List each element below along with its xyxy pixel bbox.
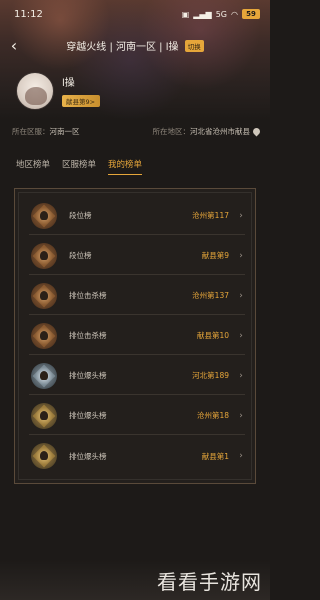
ranking-row[interactable]: 排位爆头榜 沧州第18 › [29, 397, 245, 435]
chevron-right-icon: › [239, 451, 243, 461]
ranking-label: 排位击杀榜 [69, 331, 107, 340]
region-row: 所在区服：河南一区 所在地区：河北省沧州市献县 [12, 126, 262, 137]
ranking-position: 沧州第117 [192, 211, 229, 220]
server-label: 所在区服： [12, 127, 50, 136]
ranking-position: 献县第10 [196, 331, 229, 340]
ranking-position: 献县第1 [201, 451, 229, 461]
profile-info: l操 献县第9> [62, 74, 101, 108]
battery-icon: 59 [242, 9, 260, 19]
ranking-tabs: 地区榜单 区服榜单 我的榜单 [16, 158, 143, 175]
ranking-row[interactable]: 段位榜 沧州第117 › [29, 197, 245, 235]
ranking-row[interactable]: 排位爆头榜 河北第189 › [29, 357, 245, 395]
ranking-position: 献县第9 [201, 251, 229, 260]
ranking-label: 段位榜 [69, 211, 92, 220]
ranking-row[interactable]: 排位爆头榜 献县第1 › [29, 437, 245, 475]
page-title-text: 穿越火线 | 河南一区 | l操 [66, 41, 179, 53]
location-info[interactable]: 所在地区：河北省沧州市献县 [152, 126, 262, 137]
ranking-label: 排位爆头榜 [69, 411, 107, 420]
ranking-label: 排位爆头榜 [69, 371, 107, 380]
location-value: 河北省沧州市献县 [190, 127, 250, 136]
tab-my-ranking[interactable]: 我的榜单 [108, 158, 143, 175]
switch-account-button[interactable]: 切换 [184, 39, 204, 52]
chevron-right-icon: › [239, 410, 243, 421]
tab-regional-ranking[interactable]: 地区榜单 [16, 158, 50, 175]
nav-bar: ‹ 穿越火线 | 河南一区 | l操 切换 [0, 30, 270, 60]
username: l操 [62, 78, 75, 89]
back-button[interactable]: ‹ [0, 30, 28, 60]
site-watermark: 看看手游网 [157, 570, 262, 594]
server-info: 所在区服：河南一区 [12, 126, 80, 137]
ranking-label: 段位榜 [69, 251, 92, 260]
chevron-right-icon: › [239, 290, 243, 301]
ranking-row[interactable]: 排位击杀榜 沧州第137 › [29, 277, 245, 315]
gold-rank-emblem-icon [31, 443, 57, 469]
chevron-right-icon: › [239, 370, 243, 381]
chevron-left-icon: ‹ [10, 35, 18, 55]
status-bar: 11:12 ▣ ▂▄▆ 5G ◠ 59 [0, 0, 270, 28]
status-time: 11:12 [14, 8, 43, 20]
server-value: 河南一区 [49, 127, 80, 136]
chevron-right-icon: › [239, 330, 243, 341]
ranking-row[interactable]: 段位榜 献县第9 › [29, 237, 245, 275]
page-title: 穿越火线 | 河南一区 | l操 切换 [0, 38, 270, 53]
my-ranking-list: 段位榜 沧州第117 › 段位榜 献县第9 › 排位击杀榜 沧州第137 › 排… [14, 188, 256, 484]
bronze-rank-emblem-icon [31, 202, 57, 229]
avatar[interactable] [16, 72, 54, 110]
ranking-label: 排位击杀榜 [69, 291, 107, 300]
rank-tag[interactable]: 献县第9> [62, 95, 101, 107]
location-label: 所在地区： [152, 127, 191, 136]
tab-server-ranking[interactable]: 区服榜单 [62, 158, 96, 175]
bronze-rank-emblem-icon [31, 242, 57, 269]
network-label: 5G [215, 9, 228, 19]
ranking-position: 沧州第137 [192, 291, 229, 300]
bronze-rank-emblem-icon [31, 282, 57, 309]
chevron-right-icon: › [239, 210, 243, 221]
wifi-icon: ◠ [231, 9, 238, 19]
ranking-position: 河北第189 [192, 371, 229, 380]
ranking-position: 沧州第18 [196, 411, 229, 420]
ranking-row[interactable]: 排位击杀榜 献县第10 › [29, 317, 245, 355]
profile-card: l操 献县第9> [16, 72, 101, 110]
notification-icon: ▣ [181, 9, 190, 19]
bronze-rank-emblem-icon [31, 322, 57, 349]
gold-rank-emblem-icon [31, 402, 57, 429]
status-icons: ▣ ▂▄▆ 5G ◠ 59 [182, 9, 260, 19]
ranking-label: 排位爆头榜 [69, 451, 107, 461]
signal-icon: ▂▄▆ [193, 9, 212, 19]
chevron-right-icon: › [239, 250, 243, 261]
silver-rank-emblem-icon [31, 362, 57, 389]
location-pin-icon [251, 126, 262, 137]
